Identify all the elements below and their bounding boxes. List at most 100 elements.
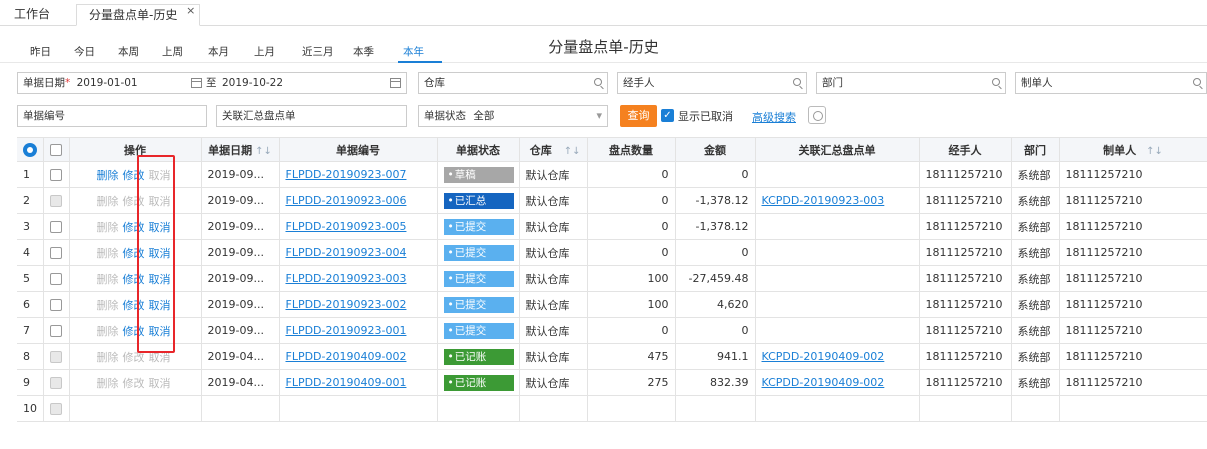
tab-workbench[interactable]: 工作台 (14, 4, 50, 26)
doc-number-link[interactable]: FLPDD-20190923-005 (286, 220, 407, 233)
edit-button[interactable]: 修改 (123, 323, 145, 339)
delete-button[interactable]: 删除 (97, 323, 119, 339)
handler-field[interactable]: 经手人 (617, 72, 807, 94)
row-select-cell[interactable] (43, 369, 70, 396)
cancel-button[interactable]: 取消 (149, 349, 171, 365)
period-2[interactable]: 本周 (118, 44, 139, 62)
settings-icon[interactable] (808, 106, 826, 124)
cancel-button[interactable]: 取消 (149, 323, 171, 339)
doc-number-link[interactable]: FLPDD-20190409-001 (286, 376, 407, 389)
column-settings[interactable] (17, 137, 44, 162)
creator-field[interactable]: 制单人 (1015, 72, 1207, 94)
delete-button[interactable]: 删除 (97, 167, 119, 183)
cancel-button[interactable]: 取消 (149, 167, 171, 183)
header-wh[interactable]: 仓库 ↑↓ (519, 137, 588, 162)
row-checkbox[interactable] (50, 299, 62, 311)
warehouse-field[interactable]: 仓库 (418, 72, 608, 94)
doc-number-link[interactable]: FLPDD-20190923-007 (286, 168, 407, 181)
period-1[interactable]: 今日 (74, 44, 95, 62)
advanced-search-link[interactable]: 高级搜索 (752, 109, 796, 125)
header-date[interactable]: 单据日期 ↑↓ (201, 137, 280, 162)
tab-history[interactable]: 分量盘点单-历史 × (76, 1, 201, 26)
linked-summary-link[interactable]: KCPDD-20190923-003 (762, 194, 885, 207)
select-all-checkbox[interactable] (50, 144, 62, 156)
table-row[interactable]: 3删除修改取消2019-09...FLPDD-20190923-005已提交默认… (17, 213, 1207, 240)
cancel-button[interactable]: 取消 (149, 271, 171, 287)
period-8[interactable]: 本年 (403, 44, 424, 62)
period-5[interactable]: 上月 (254, 44, 275, 62)
delete-button[interactable]: 删除 (97, 297, 119, 313)
row-checkbox[interactable] (50, 273, 62, 285)
table-row[interactable]: 2删除修改取消2019-09...FLPDD-20190923-006已汇总默认… (17, 187, 1207, 214)
date-from-input[interactable]: 2019-01-01 (77, 77, 138, 89)
row-select-cell[interactable] (43, 239, 70, 266)
row-select-cell[interactable] (43, 161, 70, 188)
chevron-down-icon[interactable]: ▾ (596, 106, 602, 126)
close-icon[interactable]: × (186, 1, 195, 21)
search-icon[interactable] (594, 73, 602, 93)
doc-number-link[interactable]: FLPDD-20190923-006 (286, 194, 407, 207)
period-6[interactable]: 近三月 (302, 44, 334, 62)
doc-number-link[interactable]: FLPDD-20190409-002 (286, 350, 407, 363)
table-row[interactable]: 8删除修改取消2019-04...FLPDD-20190409-002已记账默认… (17, 343, 1207, 370)
calendar-icon[interactable] (390, 78, 401, 88)
cancel-button[interactable]: 取消 (149, 375, 171, 391)
delete-button[interactable]: 删除 (97, 245, 119, 261)
table-row[interactable]: 1删除修改取消2019-09...FLPDD-20190923-007草稿默认仓… (17, 161, 1207, 188)
row-checkbox[interactable] (50, 403, 62, 415)
row-checkbox[interactable] (50, 195, 62, 207)
edit-button[interactable]: 修改 (123, 349, 145, 365)
row-checkbox[interactable] (50, 247, 62, 259)
delete-button[interactable]: 删除 (97, 219, 119, 235)
cancel-button[interactable]: 取消 (149, 193, 171, 209)
search-icon[interactable] (1193, 73, 1201, 93)
doc-number-link[interactable]: FLPDD-20190923-003 (286, 272, 407, 285)
row-select-cell[interactable] (43, 265, 70, 292)
period-4[interactable]: 本月 (208, 44, 229, 62)
sort-icon[interactable]: ↑↓ (255, 146, 272, 157)
header-creator[interactable]: 制单人 ↑↓ (1059, 137, 1207, 162)
row-select-cell[interactable] (43, 213, 70, 240)
linked-summary-field[interactable]: 关联汇总盘点单 (216, 105, 407, 127)
doc-number-link[interactable]: FLPDD-20190923-004 (286, 246, 407, 259)
table-row[interactable]: 9删除修改取消2019-04...FLPDD-20190409-001已记账默认… (17, 369, 1207, 396)
delete-button[interactable]: 删除 (97, 271, 119, 287)
linked-summary-link[interactable]: KCPDD-20190409-002 (762, 376, 885, 389)
edit-button[interactable]: 修改 (123, 297, 145, 313)
row-select-cell[interactable] (43, 395, 70, 422)
row-checkbox[interactable] (50, 351, 62, 363)
delete-button[interactable]: 删除 (97, 193, 119, 209)
search-icon[interactable] (793, 73, 801, 93)
period-3[interactable]: 上周 (162, 44, 183, 62)
row-select-cell[interactable] (43, 187, 70, 214)
period-7[interactable]: 本季 (353, 44, 374, 62)
status-select[interactable]: 单据状态 全部 ▾ (418, 105, 608, 127)
row-select-cell[interactable] (43, 291, 70, 318)
row-checkbox[interactable] (50, 169, 62, 181)
table-row[interactable]: 4删除修改取消2019-09...FLPDD-20190923-004已提交默认… (17, 239, 1207, 266)
doc-number-link[interactable]: FLPDD-20190923-002 (286, 298, 407, 311)
dept-field[interactable]: 部门 (816, 72, 1006, 94)
edit-button[interactable]: 修改 (123, 375, 145, 391)
table-row[interactable]: 5删除修改取消2019-09...FLPDD-20190923-003已提交默认… (17, 265, 1207, 292)
cancel-button[interactable]: 取消 (149, 219, 171, 235)
cancel-button[interactable]: 取消 (149, 245, 171, 261)
linked-summary-link[interactable]: KCPDD-20190409-002 (762, 350, 885, 363)
row-checkbox[interactable] (50, 325, 62, 337)
row-select-cell[interactable] (43, 343, 70, 370)
gear-icon[interactable] (23, 142, 37, 157)
search-icon[interactable] (992, 73, 1000, 93)
row-checkbox[interactable] (50, 221, 62, 233)
select-all-cell[interactable] (43, 137, 70, 162)
doc-no-field[interactable]: 单据编号 (17, 105, 207, 127)
sort-icon[interactable]: ↑↓ (1146, 146, 1163, 157)
delete-button[interactable]: 删除 (97, 375, 119, 391)
table-row[interactable]: 7删除修改取消2019-09...FLPDD-20190923-001已提交默认… (17, 317, 1207, 344)
sort-icon[interactable]: ↑↓ (564, 146, 581, 157)
edit-button[interactable]: 修改 (123, 193, 145, 209)
table-row[interactable]: 6删除修改取消2019-09...FLPDD-20190923-002已提交默认… (17, 291, 1207, 318)
edit-button[interactable]: 修改 (123, 271, 145, 287)
edit-button[interactable]: 修改 (123, 245, 145, 261)
edit-button[interactable]: 修改 (123, 167, 145, 183)
query-button[interactable]: 查询 (620, 105, 657, 127)
